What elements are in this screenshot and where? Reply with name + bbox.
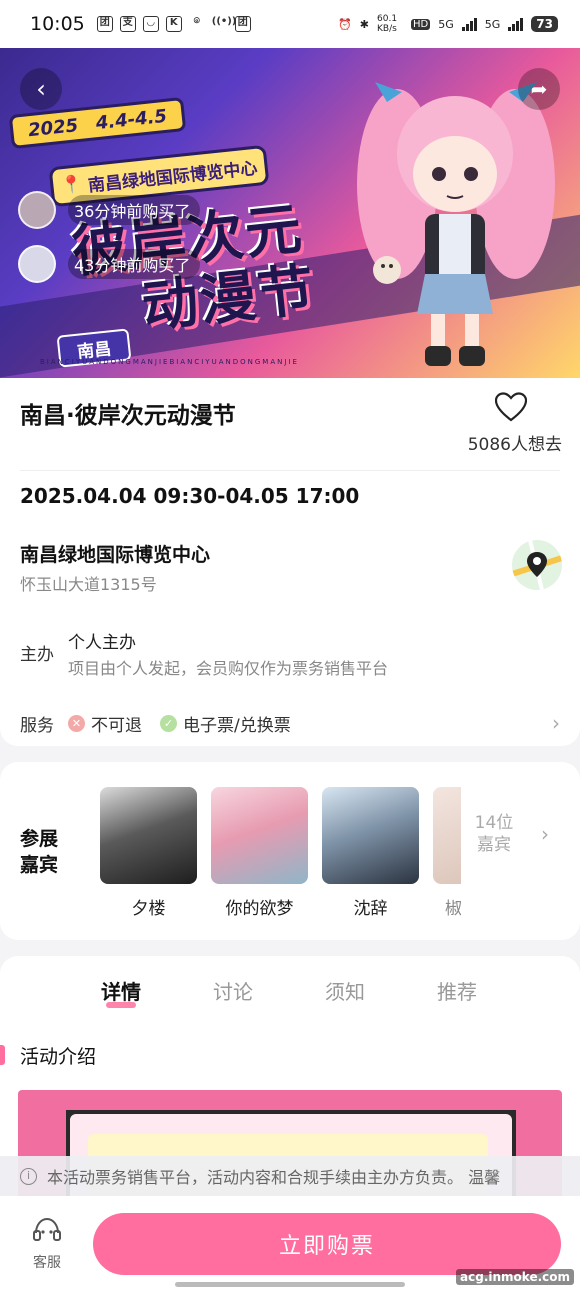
bottom-action-bar: 客服 立即购票 acg.inmoke.com — [0, 1196, 580, 1289]
signal-icon — [461, 17, 477, 31]
app-notification-icon: K — [165, 16, 182, 32]
app-notification-icon: 支 — [119, 16, 136, 32]
customer-service-button[interactable]: 客服 — [22, 1216, 72, 1272]
buy-now-button[interactable]: 立即购票 — [93, 1213, 561, 1275]
tab-label: 须知 — [325, 980, 365, 1004]
guests-more[interactable]: 14位嘉宾 — [474, 812, 514, 856]
guest-name: 你的欲梦 — [225, 899, 294, 919]
guest-name: 椒 — [445, 899, 461, 919]
guests-card: 参展嘉宾 夕楼 你的欲梦 沈辞 椒 14位嘉宾 › — [0, 762, 580, 940]
event-title: 南昌·彼岸次元动漫节 — [20, 403, 236, 429]
tab-details[interactable]: 详情 — [81, 976, 161, 1008]
status-right: ⏰ ✱ 60.1 KB/s HD 5G 5G 73 — [338, 14, 558, 34]
organizer-label: 主办 — [20, 645, 54, 665]
check-icon: ✓ — [160, 714, 177, 732]
tab-notice[interactable]: 须知 — [305, 976, 385, 1005]
back-button[interactable]: ‹ — [20, 68, 62, 110]
purchase-toast: 36分钟前购买了 — [18, 190, 201, 230]
event-banner[interactable]: 2025 4.4-4.5 📍 南昌绿地国际博览中心 彼岸次元 动漫节 南昌 BI… — [0, 48, 580, 378]
app-notification-icon: ⌾ — [193, 16, 200, 27]
avatar — [18, 245, 56, 283]
hotspot-icon: ((•)) — [211, 16, 237, 27]
organizer-description: 项目由个人发起，会员购仅作为票务销售平台 — [68, 659, 389, 678]
alarm-icon: ⏰ — [338, 17, 352, 31]
bluetooth-icon: ✱ — [359, 17, 369, 31]
share-button[interactable]: ➦ — [518, 68, 560, 110]
guest-item[interactable]: 夕楼 — [100, 787, 197, 919]
battery-icon: 73 — [531, 16, 558, 32]
info-icon: i — [20, 1167, 37, 1185]
app-notification-icon: 团 — [234, 16, 251, 32]
venue-name[interactable]: 南昌绿地国际博览中心 — [20, 540, 210, 567]
map-icon[interactable] — [512, 540, 562, 590]
tab-label: 推荐 — [437, 980, 477, 1004]
tab-label: 讨论 — [213, 980, 253, 1004]
event-time: 2025.04.04 09:30-04.05 17:00 — [20, 484, 360, 508]
guest-photo — [322, 787, 419, 884]
tab-label: 详情 — [101, 980, 141, 1004]
venue-address[interactable]: 怀玉山大道1315号 — [20, 571, 157, 595]
want-count: 5086人想去 — [467, 435, 562, 455]
guest-item[interactable]: 你的欲梦 — [211, 787, 308, 919]
notice-banner: i 本活动票务销售平台，活动内容和合规手续由主办方负责。 温馨 — [0, 1156, 580, 1196]
service-item-label: 不可退 — [91, 715, 142, 736]
notification-icons: 团 支 ◡ K ⌾ ((•)) 团 — [96, 16, 251, 32]
service-row[interactable]: 服务 ✕ 不可退 ✓ 电子票/兑换票 › — [20, 710, 560, 736]
service-item-eticket: ✓ 电子票/兑换票 — [160, 711, 291, 736]
chevron-right-icon: › — [552, 711, 560, 735]
service-item-no-refund: ✕ 不可退 — [68, 711, 142, 736]
sim2-label: 5G — [484, 17, 501, 31]
divider — [20, 470, 560, 471]
guest-item[interactable]: 椒 — [433, 787, 461, 919]
notice-text: 本活动票务销售平台，活动内容和合规手续由主办方负责。 温馨 — [47, 1168, 501, 1187]
app-notification-icon: 团 — [96, 16, 113, 32]
hd-badge: HD — [411, 18, 431, 30]
guest-photo — [211, 787, 308, 884]
chevron-left-icon: ‹ — [36, 75, 46, 103]
map-pin-icon — [512, 540, 562, 590]
share-icon: ➦ — [530, 77, 548, 101]
guest-photo — [100, 787, 197, 884]
signal-icon — [508, 17, 524, 31]
net-speed: 60.1 KB/s — [377, 14, 398, 34]
watermark: acg.inmoke.com — [456, 1269, 574, 1285]
status-bar: 10:05 团 支 ◡ K ⌾ ((•)) 团 ⏰ ✱ 60.1 KB/s HD… — [0, 0, 580, 48]
tab-recommend[interactable]: 推荐 — [417, 976, 497, 1005]
guest-name: 夕楼 — [131, 899, 166, 919]
status-time: 10:05 — [30, 13, 85, 35]
service-item-label: 电子票/兑换票 — [183, 715, 291, 736]
purchase-toast-text: 36分钟前购买了 — [68, 195, 201, 225]
service-label: 服务 — [20, 715, 54, 736]
detail-tabs: 详情 讨论 须知 推荐 — [0, 976, 580, 1016]
sim1-label: 5G — [438, 17, 454, 31]
purchase-toast: 43分钟前购买了 — [18, 244, 201, 284]
guests-title: 参展嘉宾 — [20, 828, 59, 876]
customer-service-label: 客服 — [33, 1255, 61, 1271]
guest-photo — [433, 787, 461, 884]
tab-discussion[interactable]: 讨论 — [193, 976, 273, 1005]
home-indicator[interactable] — [175, 1282, 405, 1287]
section-accent-bar — [0, 1045, 5, 1065]
banner-dates: 4.4-4.5 — [94, 105, 168, 134]
guest-item[interactable]: 沈辞 — [322, 787, 419, 919]
avatar — [18, 191, 56, 229]
section-title: 活动介绍 — [20, 1046, 97, 1068]
event-info-card: 南昌·彼岸次元动漫节 5086人想去 2025.04.04 09:30-04.0… — [0, 378, 580, 746]
heart-icon[interactable] — [495, 392, 527, 422]
app-notification-icon: ◡ — [142, 16, 159, 32]
banner-bottom-text: BIANCIYUANDONGMANJIEBIANCIYUANDONGMANJIE — [40, 358, 299, 366]
close-icon: ✕ — [68, 714, 85, 732]
mascot-illustration — [357, 82, 555, 366]
guest-name: 沈辞 — [353, 899, 388, 919]
headset-icon — [33, 1217, 61, 1241]
organizer-name: 个人主办 — [68, 633, 136, 653]
banner-year: 2025 — [27, 114, 80, 141]
purchase-toast-text: 43分钟前购买了 — [68, 249, 201, 279]
chevron-right-icon[interactable]: › — [541, 822, 549, 846]
